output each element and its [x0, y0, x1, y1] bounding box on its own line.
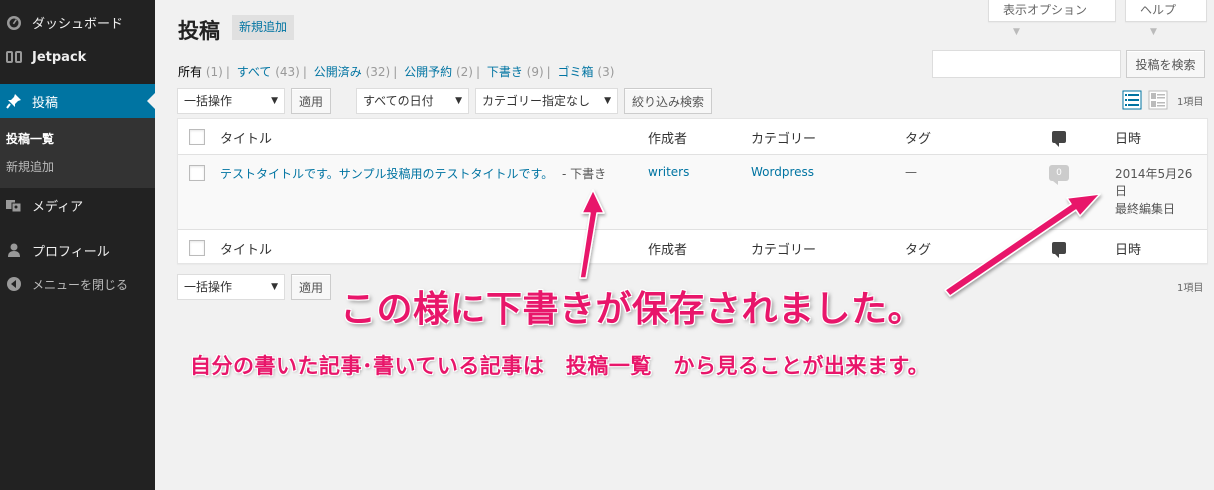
bulk-action-value: 一括操作	[184, 94, 233, 108]
select-all-checkbox[interactable]	[189, 129, 205, 145]
view-published-link[interactable]: 公開済み (32)	[314, 65, 390, 79]
post-date-continued: 日	[1115, 184, 1128, 198]
page-title: 投稿	[178, 19, 220, 43]
sidebar-item-label: 投稿	[32, 95, 59, 111]
help-tab[interactable]: ヘルプ ▼	[1125, 0, 1207, 37]
post-status-views: 所有 (1) | すべて (43) | 公開済み (32) | 公開予約 (2) | 下…	[178, 65, 615, 79]
posts-table: タイトル 作成者 カテゴリー タグ 日時 テストタイトルです。サンプル投稿用のテ…	[177, 118, 1208, 264]
dashboard-icon	[4, 12, 24, 32]
table-header-row: タイトル 作成者 カテゴリー タグ 日時	[178, 119, 1207, 155]
admin-sidebar: ダッシュボード Jetpack 投稿 投稿一覧 新規追加 メディア プロフィール…	[0, 0, 155, 490]
add-new-post-button[interactable]: 新規追加	[232, 15, 295, 40]
column-header-author: 作成者	[648, 132, 688, 147]
select-all-checkbox-bottom[interactable]	[189, 240, 205, 256]
post-date: 2014年5月26	[1115, 167, 1193, 181]
column-header-tags: タグ	[905, 132, 932, 147]
sidebar-item-label: メニューを閉じる	[32, 277, 129, 292]
screen-options-tab[interactable]: 表示オプション ▼	[988, 0, 1116, 37]
caret-down-icon: ▼	[271, 96, 278, 106]
row-checkbox[interactable]	[189, 165, 205, 181]
caret-down-icon: ▼	[604, 96, 611, 106]
table-row: テストタイトルです。サンプル投稿用のテストタイトルです。 - 下書き write…	[178, 155, 1207, 229]
sidebar-item-profile[interactable]: プロフィール	[0, 233, 155, 267]
sidebar-item-dashboard[interactable]: ダッシュボード	[0, 5, 155, 39]
submenu-item-add-new[interactable]: 新規追加	[6, 158, 54, 175]
view-trash-link[interactable]: ゴミ箱 (3)	[558, 65, 615, 79]
table-footer-row: タイトル 作成者 カテゴリー タグ 日時	[178, 229, 1207, 265]
collapse-menu-button[interactable]: メニューを閉じる	[0, 267, 155, 301]
column-footer-tags: タグ	[905, 243, 932, 258]
caret-down-icon: ▼	[1013, 27, 1020, 37]
sidebar-item-label: プロフィール	[32, 244, 110, 260]
category-filter-select[interactable]: カテゴリー指定なし ▼	[475, 88, 618, 114]
posts-submenu: 投稿一覧 新規追加	[0, 118, 155, 188]
item-count-bottom: 1項目	[1177, 283, 1204, 294]
media-icon	[4, 195, 24, 215]
caret-down-icon: ▼	[271, 282, 278, 292]
sidebar-item-label: ダッシュボード	[32, 16, 124, 32]
category-filter-value: カテゴリー指定なし	[482, 94, 591, 108]
view-scheduled-link[interactable]: 公開予約 (2)	[404, 65, 473, 79]
column-footer-title[interactable]: タイトル	[220, 239, 272, 258]
bulk-action-value: 一括操作	[184, 280, 233, 294]
post-date-status: 最終編集日	[1115, 202, 1176, 216]
comment-icon[interactable]	[1052, 242, 1066, 258]
sidebar-item-label: メディア	[32, 199, 84, 215]
bulk-action-select-top[interactable]: 一括操作 ▼	[177, 88, 285, 114]
comment-count-bubble[interactable]: 0	[1049, 165, 1069, 185]
view-drafts-link[interactable]: 下書き (9)	[487, 65, 544, 79]
column-footer-author: 作成者	[648, 243, 688, 258]
sidebar-item-media[interactable]: メディア	[0, 188, 155, 222]
column-footer-category: カテゴリー	[751, 243, 817, 258]
filter-button[interactable]: 絞り込み検索	[624, 88, 713, 114]
post-title-link[interactable]: テストタイトルです。サンプル投稿用のテストタイトルです。	[220, 165, 553, 182]
screen-options-label: 表示オプション	[1003, 3, 1088, 17]
pin-icon	[4, 91, 24, 111]
caret-down-icon: ▼	[455, 96, 462, 106]
caret-down-icon: ▼	[1150, 27, 1157, 37]
item-count-top: 1項目	[1177, 97, 1204, 108]
submenu-item-all-posts[interactable]: 投稿一覧	[6, 130, 54, 147]
post-author-link[interactable]: writers	[648, 165, 689, 179]
view-mine-link[interactable]: 所有 (1)	[178, 65, 223, 79]
collapse-icon	[4, 274, 24, 294]
help-label: ヘルプ	[1140, 3, 1177, 17]
sidebar-item-posts[interactable]: 投稿	[0, 84, 155, 118]
column-footer-date[interactable]: 日時	[1115, 239, 1141, 258]
annotation-sub-text: 自分の書いた記事･書いている記事は 投稿一覧 から見ることが出来ます。	[190, 354, 930, 378]
sidebar-item-label: Jetpack	[32, 49, 87, 65]
date-filter-select[interactable]: すべての日付 ▼	[356, 88, 469, 114]
comment-icon[interactable]	[1052, 131, 1066, 147]
user-icon	[4, 240, 24, 260]
date-filter-value: すべての日付	[363, 94, 434, 108]
post-state-label: - 下書き	[562, 167, 607, 181]
apply-button-top[interactable]: 適用	[291, 88, 332, 114]
annotation-main-text: この様に下書きが保存されました。	[340, 289, 925, 330]
excerpt-view-icon[interactable]	[1148, 90, 1168, 110]
post-category-link[interactable]: Wordpress	[751, 165, 814, 179]
column-header-title[interactable]: タイトル	[220, 128, 272, 147]
column-header-date[interactable]: 日時	[1115, 128, 1141, 147]
sidebar-item-jetpack[interactable]: Jetpack	[0, 40, 155, 74]
bulk-action-select-bottom[interactable]: 一括操作 ▼	[177, 274, 285, 300]
search-posts-button[interactable]: 投稿を検索	[1126, 50, 1205, 78]
post-search-input[interactable]	[932, 50, 1121, 78]
post-tags: —	[905, 165, 917, 179]
apply-button-bottom[interactable]: 適用	[291, 274, 332, 300]
jetpack-icon	[4, 47, 24, 67]
list-view-icon[interactable]	[1122, 90, 1142, 110]
column-header-category: カテゴリー	[751, 132, 817, 147]
view-all-link[interactable]: すべて (43)	[237, 65, 300, 79]
